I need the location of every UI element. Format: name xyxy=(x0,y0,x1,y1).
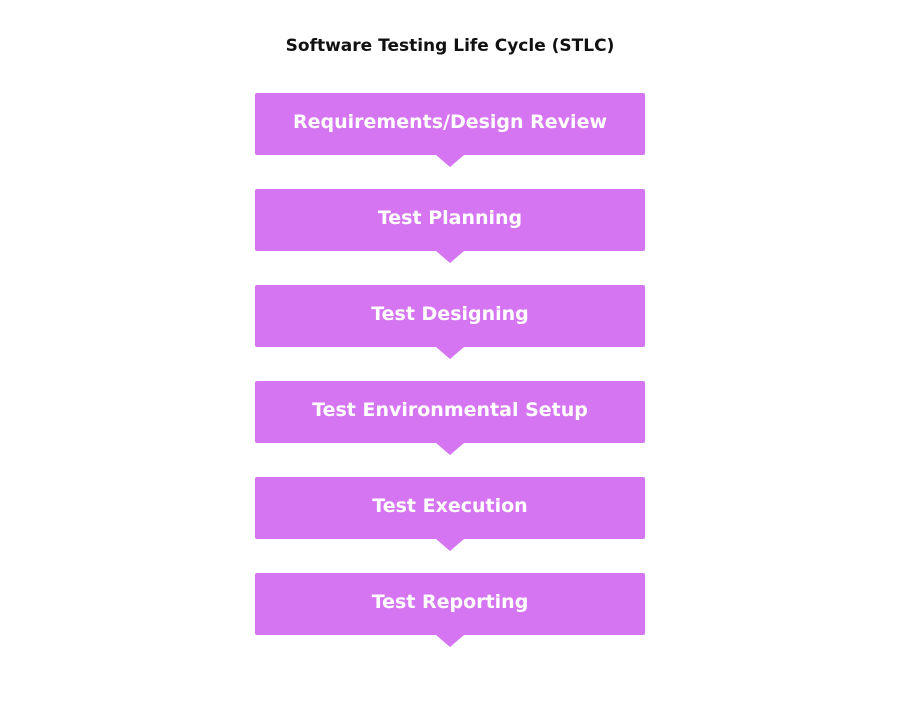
step-box: Test Execution xyxy=(255,477,645,539)
step-test-planning: Test Planning xyxy=(255,189,645,263)
down-arrow-icon xyxy=(436,539,464,551)
step-label: Test Designing xyxy=(371,303,529,325)
step-box: Test Designing xyxy=(255,285,645,347)
step-box: Test Planning xyxy=(255,189,645,251)
step-box: Test Reporting xyxy=(255,573,645,635)
down-arrow-icon xyxy=(436,347,464,359)
step-box: Requirements/Design Review xyxy=(255,93,645,155)
step-test-environmental-setup: Test Environmental Setup xyxy=(255,381,645,455)
diagram-title: Software Testing Life Cycle (STLC) xyxy=(285,36,615,56)
step-label: Test Execution xyxy=(372,495,528,517)
step-test-reporting: Test Reporting xyxy=(255,573,645,647)
step-label: Test Planning xyxy=(377,207,523,229)
step-test-designing: Test Designing xyxy=(255,285,645,359)
step-box: Test Environmental Setup xyxy=(255,381,645,443)
down-arrow-icon xyxy=(436,155,464,167)
step-label: Test Reporting xyxy=(371,591,529,613)
down-arrow-icon xyxy=(436,443,464,455)
step-label: Requirements/Design Review xyxy=(292,111,608,133)
step-label: Test Environmental Setup xyxy=(312,399,588,421)
stlc-flow: Requirements/Design Review Test Planning… xyxy=(255,93,645,669)
step-requirements-design-review: Requirements/Design Review xyxy=(255,93,645,167)
step-test-execution: Test Execution xyxy=(255,477,645,551)
down-arrow-icon xyxy=(436,251,464,263)
down-arrow-icon xyxy=(436,635,464,647)
